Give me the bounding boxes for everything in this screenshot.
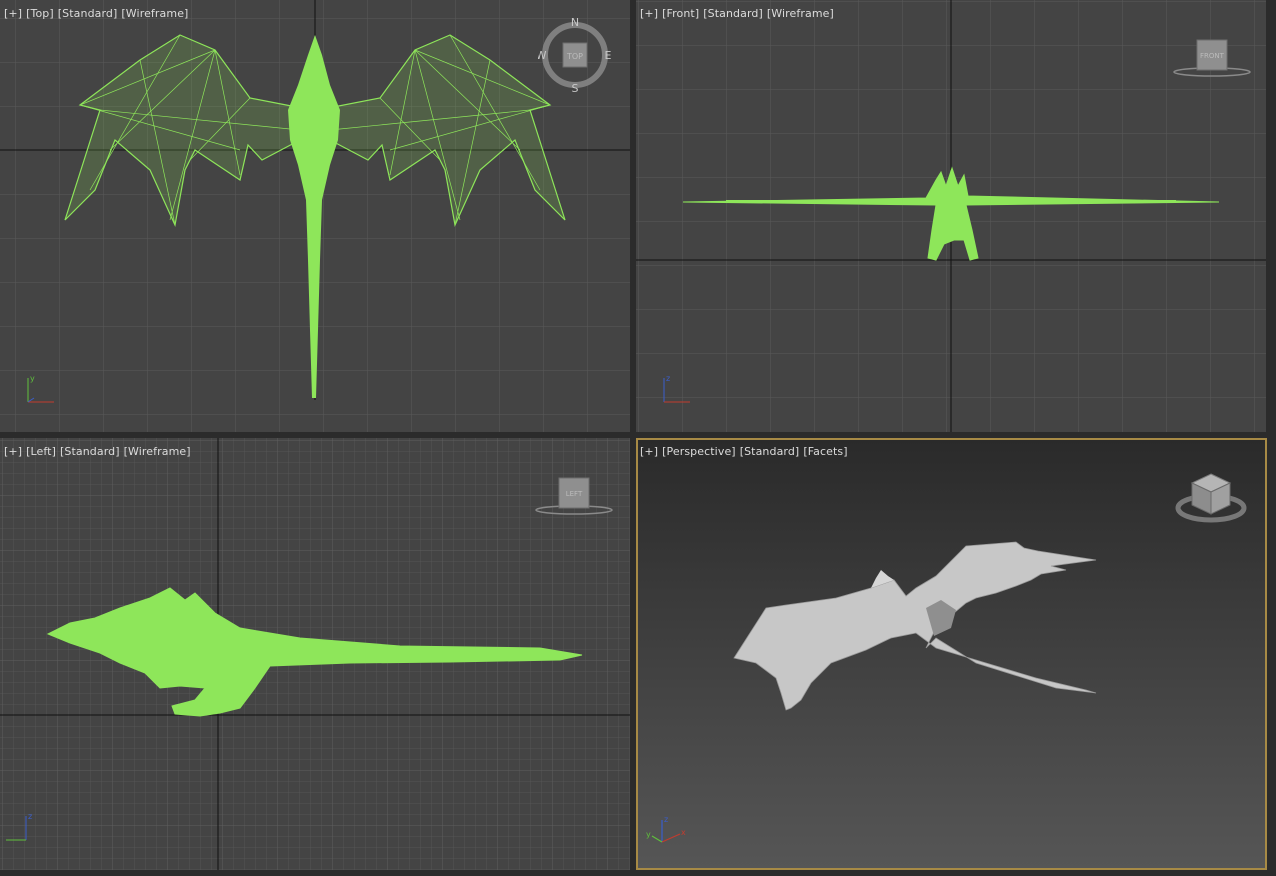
perspective-scene: [733, 541, 1097, 711]
compass-west-label: W: [538, 49, 547, 62]
axis-z-label: z: [666, 374, 670, 383]
viewport-perspective[interactable]: [+] [Perspective] [Standard] [Facets] z x y: [636, 438, 1267, 870]
left-viewcube[interactable]: LEFT: [534, 476, 618, 520]
axis-z-label-left: z: [28, 812, 32, 821]
axis-y-label-persp: y: [646, 830, 651, 839]
viewcube-front-label: FRONT: [1200, 52, 1225, 60]
compass-south-label: S: [572, 82, 579, 95]
viewport-top-label[interactable]: [+] [Top] [Standard] [Wireframe]: [4, 7, 192, 20]
compass-north-label: N: [571, 16, 579, 29]
viewport-perspective-label[interactable]: [+] [Perspective] [Standard] [Facets]: [640, 445, 852, 458]
axis-z-label-persp: z: [664, 815, 668, 824]
top-viewcube-compass[interactable]: TOP N S W E: [538, 16, 614, 96]
viewcube-top-face-label: TOP: [566, 52, 583, 61]
viewport-front-label[interactable]: [+] [Front] [Standard] [Wireframe]: [640, 7, 838, 20]
axis-x-label-persp: x: [681, 828, 686, 837]
compass-east-label: E: [605, 49, 612, 62]
axis-y-label: y: [30, 374, 35, 383]
perspective-viewcube[interactable]: [1174, 470, 1250, 532]
front-viewcube[interactable]: FRONT: [1170, 38, 1254, 82]
viewport-left-label[interactable]: [+] [Left] [Standard] [Wireframe]: [4, 445, 195, 458]
dragon-perspective-model: [733, 541, 1097, 711]
viewport-left[interactable]: [+] [Left] [Standard] [Wireframe] LEFT z: [0, 438, 630, 870]
front-axis-tripod: z: [663, 374, 690, 403]
viewport-top[interactable]: [+] [Top] [Standard] [Wireframe] TOP N S W …: [0, 0, 630, 432]
left-axis-tripod: z: [6, 812, 32, 841]
viewport-front[interactable]: [+] [Front] [Standard] [Wireframe] FRONT z: [636, 0, 1266, 432]
viewcube-left-label: LEFT: [566, 490, 583, 498]
top-grid: [0, 0, 630, 432]
top-axis-tripod: y: [27, 374, 54, 403]
perspective-axis-tripod: z x y: [646, 815, 686, 843]
